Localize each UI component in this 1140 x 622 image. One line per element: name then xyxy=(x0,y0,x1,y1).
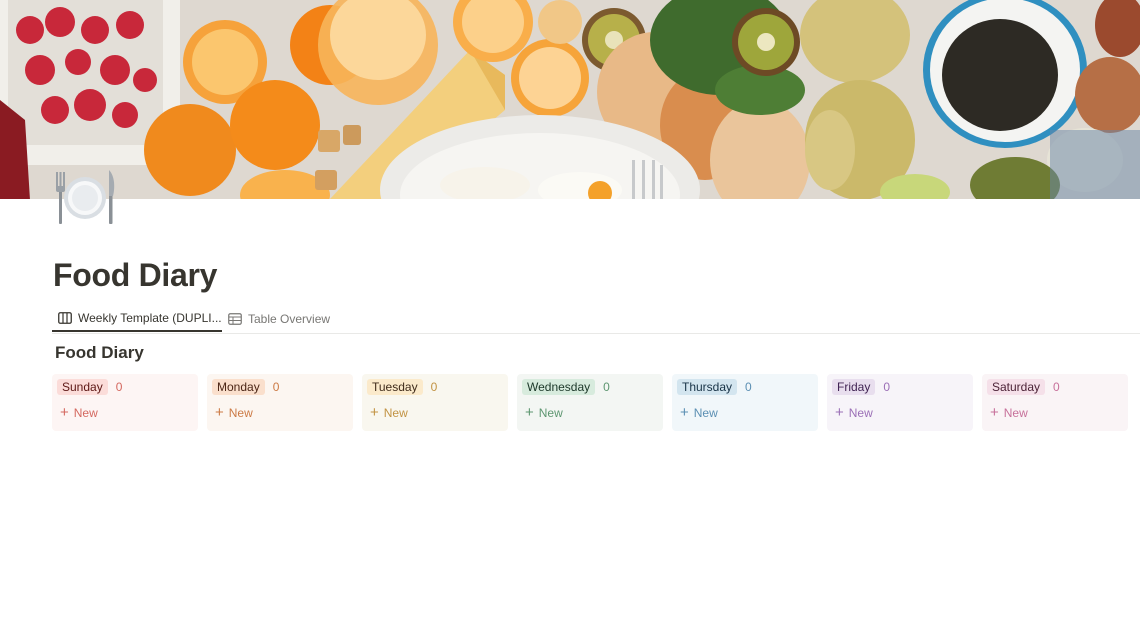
tab-label: Weekly Template (DUPLI... xyxy=(78,310,222,325)
plus-icon: + xyxy=(835,404,844,421)
plate-cutlery-icon[interactable] xyxy=(53,168,117,226)
new-label: New xyxy=(228,406,253,420)
new-card-button[interactable]: + New xyxy=(212,404,347,421)
new-card-button[interactable]: + New xyxy=(677,404,812,421)
board-view-icon xyxy=(58,311,72,324)
new-label: New xyxy=(848,406,873,420)
board-column-thursday: Thursday 0 + New xyxy=(672,374,818,431)
new-card-button[interactable]: + New xyxy=(367,404,502,421)
tab-label: Table Overview xyxy=(248,311,331,326)
column-label[interactable]: Friday xyxy=(832,379,876,395)
new-card-button[interactable]: + New xyxy=(522,404,657,421)
board-column-sunday: Sunday 0 + New xyxy=(52,374,198,431)
board-column-wednesday: Wednesday 0 + New xyxy=(517,374,663,431)
tab-weekly-template[interactable]: Weekly Template (DUPLI... xyxy=(52,305,222,332)
plus-icon: + xyxy=(60,404,69,421)
plus-icon: + xyxy=(990,404,999,421)
cover-image xyxy=(0,0,1140,199)
new-label: New xyxy=(693,406,718,420)
column-label[interactable]: Tuesday xyxy=(367,379,423,395)
database-title[interactable]: Food Diary xyxy=(55,342,144,364)
plus-icon: + xyxy=(215,404,224,421)
new-card-button[interactable]: + New xyxy=(832,404,967,421)
board: Sunday 0 + New Monday 0 + New Tuesday 0 + New … xyxy=(52,374,1128,431)
new-card-button[interactable]: + New xyxy=(57,404,192,421)
page-title: Food Diary xyxy=(53,257,218,293)
plus-icon: + xyxy=(370,404,379,421)
view-tabs: Weekly Template (DUPLI... Table Overview xyxy=(52,305,1140,334)
table-view-icon xyxy=(228,312,242,325)
plus-icon: + xyxy=(680,404,689,421)
column-count: 0 xyxy=(745,380,752,394)
column-count: 0 xyxy=(115,380,123,394)
board-column-friday: Friday 0 + New xyxy=(827,374,973,431)
board-column-monday: Monday 0 + New xyxy=(207,374,353,431)
column-count: 0 xyxy=(272,380,280,394)
column-label[interactable]: Monday xyxy=(212,379,265,395)
column-count: 0 xyxy=(603,380,610,394)
column-count: 0 xyxy=(430,380,438,394)
new-label: New xyxy=(538,406,563,420)
board-column-tuesday: Tuesday 0 + New xyxy=(362,374,508,431)
board-column-saturday: Saturday 0 + New xyxy=(982,374,1128,431)
column-count: 0 xyxy=(1053,380,1060,394)
new-label: New xyxy=(73,406,98,420)
column-label[interactable]: Thursday xyxy=(677,379,738,395)
new-card-button[interactable]: + New xyxy=(987,404,1122,421)
new-label: New xyxy=(383,406,408,420)
column-count: 0 xyxy=(883,380,891,394)
plus-icon: + xyxy=(525,404,534,421)
column-label[interactable]: Saturday xyxy=(987,379,1046,395)
tab-table-overview[interactable]: Table Overview xyxy=(228,305,330,332)
column-label[interactable]: Sunday xyxy=(57,379,108,395)
column-label[interactable]: Wednesday xyxy=(522,379,596,395)
new-label: New xyxy=(1003,406,1028,420)
